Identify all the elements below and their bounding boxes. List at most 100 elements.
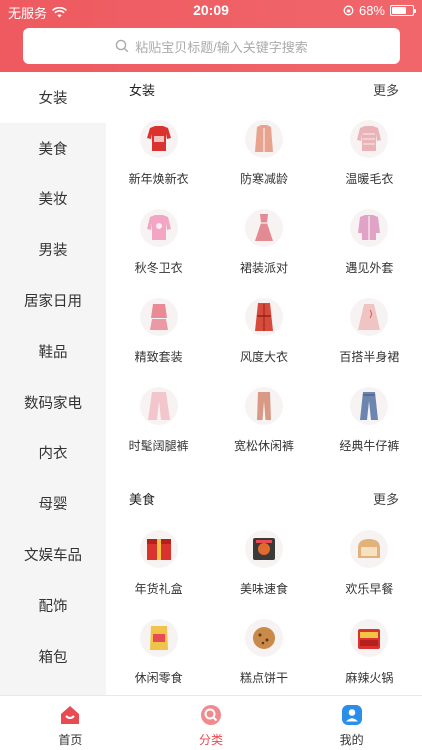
more-link[interactable]: 更多: [373, 489, 399, 508]
pink-coat-icon: [244, 120, 283, 158]
sidebar-item-electronics[interactable]: 数码家电: [0, 377, 106, 428]
category-item-label: 遇见外套: [345, 261, 394, 275]
category-item[interactable]: 裙装派对: [211, 209, 316, 298]
sidebar-item-womens[interactable]: 女装: [0, 72, 106, 123]
category-item-label: 精致套装: [134, 350, 183, 364]
sidebar-item-underwear[interactable]: 内衣: [0, 428, 106, 479]
jeans-icon: [350, 387, 389, 425]
section-header-womens: 女装 更多: [129, 79, 399, 99]
category-item[interactable]: 温暖毛衣: [317, 120, 422, 209]
category-item-label: 美味速食: [239, 582, 288, 596]
orientation-lock-icon: [343, 5, 354, 16]
sidebar-item-label: 内衣: [38, 446, 68, 463]
sidebar-item-label: 男装: [38, 243, 68, 260]
category-icon: [201, 705, 221, 725]
user-icon: [341, 705, 362, 725]
category-content: 女装 更多 新年焕新衣 防寒减龄 温暖毛衣秋冬卫衣 裙装派对 遇见外套精致套装 风度大衣 百…: [106, 72, 422, 695]
category-item[interactable]: 欢乐早餐: [317, 530, 422, 619]
category-item[interactable]: 新年焕新衣: [106, 120, 211, 209]
tab-label: 首页: [58, 733, 83, 747]
category-item[interactable]: 经典牛仔裤: [317, 387, 422, 476]
snack-bag-icon: [139, 619, 178, 657]
sidebar-item-label: 文娱车品: [24, 548, 82, 565]
category-item-label: 糕点饼干: [239, 671, 288, 685]
tab-mine[interactable]: 我的: [281, 696, 422, 750]
skirt-icon: [350, 298, 389, 336]
category-item[interactable]: 遇见外套: [317, 209, 422, 298]
category-item-label: 温暖毛衣: [345, 172, 394, 186]
casual-pants-icon: [244, 387, 283, 425]
tab-category[interactable]: 分类: [141, 696, 282, 750]
hotpot-icon: [350, 619, 389, 657]
category-item[interactable]: 麻辣火锅: [317, 619, 422, 695]
gift-box-icon: [139, 530, 178, 568]
sidebar-item-shoes[interactable]: 鞋品: [0, 326, 106, 377]
tab-label: 我的: [339, 733, 364, 747]
category-item[interactable]: 防寒减龄: [211, 120, 316, 209]
category-item-label: 欢乐早餐: [345, 582, 394, 596]
category-item[interactable]: 宽松休闲裤: [211, 387, 316, 476]
category-item-label: 休闲零食: [134, 671, 183, 685]
category-sidebar: 女装 美食 美妆 男装 居家日用 鞋品 数码家电 内衣 母婴 文娱车品 配饰 箱…: [0, 72, 106, 695]
section-title: 女装: [129, 82, 156, 98]
sidebar-item-baby[interactable]: 母婴: [0, 478, 106, 529]
section-grid-food: 年货礼盒 美味速食 欢乐早餐休闲零食 糕点饼干 麻辣火锅: [106, 530, 422, 695]
home-icon: [61, 706, 80, 724]
category-item[interactable]: 秋冬卫衣: [106, 209, 211, 298]
category-item[interactable]: 时髦阔腿裤: [106, 387, 211, 476]
sidebar-item-bags[interactable]: 箱包: [0, 631, 106, 682]
search-icon: [115, 39, 129, 53]
red-sweater-icon: [139, 120, 178, 158]
category-item-label: 宽松休闲裤: [233, 439, 294, 453]
app-header: 无服务 20:09 68% 粘贴宝贝标题/输入关键字搜索: [0, 0, 422, 72]
sidebar-item-label: 女装: [38, 90, 68, 107]
category-item-label: 经典牛仔裤: [339, 439, 400, 453]
search-input[interactable]: 粘贴宝贝标题/输入关键字搜索: [23, 28, 400, 64]
battery-percent: 68%: [358, 3, 385, 18]
category-item[interactable]: 风度大衣: [211, 298, 316, 387]
sidebar-item-label: 鞋品: [38, 344, 68, 361]
category-item[interactable]: 年货礼盒: [106, 530, 211, 619]
sidebar-item-home[interactable]: 居家日用: [0, 275, 106, 326]
tab-label: 分类: [199, 733, 224, 747]
category-item[interactable]: 美味速食: [211, 530, 316, 619]
category-item-label: 百搭半身裙: [339, 350, 400, 364]
sidebar-item-label: 箱包: [38, 649, 68, 666]
suit-icon: [139, 298, 178, 336]
sidebar-item-label: 配饰: [38, 598, 68, 615]
category-item-label: 麻辣火锅: [345, 671, 394, 685]
section-grid-womens: 新年焕新衣 防寒减龄 温暖毛衣秋冬卫衣 裙装派对 遇见外套精致套装 风度大衣 百搭半身裙时髦…: [106, 120, 422, 476]
section-title: 美食: [129, 491, 156, 507]
trench-coat-icon: [244, 298, 283, 336]
section-header-food: 美食 更多: [129, 488, 399, 508]
category-item-label: 年货礼盒: [134, 582, 183, 596]
battery-icon: [390, 5, 416, 16]
cookie-icon: [244, 619, 283, 657]
category-item-label: 裙装派对: [239, 261, 288, 275]
category-item-label: 时髦阔腿裤: [128, 439, 189, 453]
sidebar-item-label: 美妆: [38, 192, 68, 209]
category-item-label: 秋冬卫衣: [134, 261, 183, 275]
category-item[interactable]: 糕点饼干: [211, 619, 316, 695]
tab-home[interactable]: 首页: [0, 696, 141, 750]
sidebar-item-beauty[interactable]: 美妆: [0, 174, 106, 225]
search-placeholder: 粘贴宝贝标题/输入关键字搜索: [135, 39, 308, 55]
category-item[interactable]: 百搭半身裙: [317, 298, 422, 387]
category-item[interactable]: 休闲零食: [106, 619, 211, 695]
sweatshirt-icon: [139, 209, 178, 247]
noodle-pack-icon: [244, 530, 283, 568]
status-bar: 无服务 20:09 68%: [0, 0, 422, 22]
sidebar-item-mens[interactable]: 男装: [0, 224, 106, 275]
more-link[interactable]: 更多: [373, 80, 399, 99]
dress-icon: [244, 209, 283, 247]
sidebar-item-label: 居家日用: [24, 294, 82, 311]
knit-sweater-icon: [350, 120, 389, 158]
bread-icon: [350, 530, 389, 568]
sidebar-item-food[interactable]: 美食: [0, 123, 106, 174]
category-item-label: 新年焕新衣: [128, 172, 189, 186]
sidebar-item-accessories[interactable]: 配饰: [0, 580, 106, 631]
sidebar-item-label: 数码家电: [24, 395, 82, 412]
category-item-label: 防寒减龄: [239, 172, 288, 186]
category-item[interactable]: 精致套装: [106, 298, 211, 387]
sidebar-item-entertainment-auto[interactable]: 文娱车品: [0, 529, 106, 580]
